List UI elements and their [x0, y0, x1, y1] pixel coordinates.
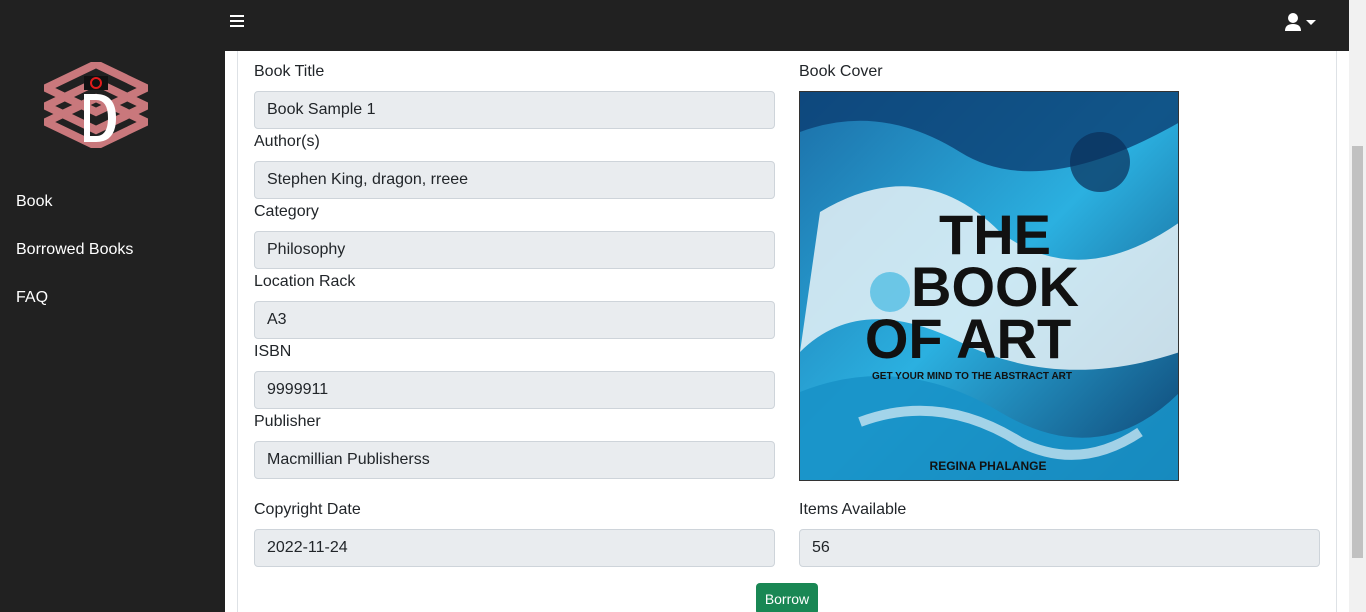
copyright-date-label: Copyright Date	[254, 501, 361, 518]
cover-author: REGINA PHALANGE	[930, 459, 1047, 473]
copyright-date-field[interactable]: 2022-11-24	[254, 529, 775, 567]
cover-title-line3: OF ART	[865, 307, 1071, 370]
publisher-field[interactable]: Macmillian Publisherss	[254, 441, 775, 479]
borrow-button[interactable]: Borrow	[756, 583, 818, 612]
authors-label: Author(s)	[254, 133, 320, 150]
location-rack-field[interactable]: A3	[254, 301, 775, 339]
sidebar-item-book[interactable]: Book	[16, 193, 52, 211]
sidebar-item-faq[interactable]: FAQ	[16, 289, 48, 307]
sidebar-item-borrowed-books[interactable]: Borrowed Books	[16, 241, 133, 259]
topbar	[225, 0, 1349, 51]
library-logo-icon[interactable]	[36, 59, 156, 151]
hamburger-icon[interactable]	[230, 15, 244, 29]
items-available-field[interactable]: 56	[799, 529, 1320, 567]
book-cover-label: Book Cover	[799, 63, 883, 80]
user-icon	[1285, 13, 1316, 31]
book-title-label: Book Title	[254, 63, 325, 80]
isbn-field[interactable]: 9999911	[254, 371, 775, 409]
user-menu-button[interactable]	[1285, 13, 1319, 35]
items-available-label: Items Available	[799, 501, 907, 518]
caret-down-icon	[1306, 20, 1316, 25]
location-rack-label: Location Rack	[254, 273, 356, 290]
authors-field[interactable]: Stephen King, dragon, rreee	[254, 161, 775, 199]
isbn-label: ISBN	[254, 343, 292, 360]
book-cover-image: THE BOOK OF ART GET YOUR MIND TO THE ABS…	[799, 91, 1179, 481]
page-scrollbar[interactable]	[1349, 0, 1366, 612]
book-title-field[interactable]: Book Sample 1	[254, 91, 775, 129]
category-field[interactable]: Philosophy	[254, 231, 775, 269]
publisher-label: Publisher	[254, 413, 321, 430]
category-label: Category	[254, 203, 319, 220]
sidebar: Book Borrowed Books FAQ	[0, 0, 225, 612]
cover-subtitle: GET YOUR MIND TO THE ABSTRACT ART	[872, 371, 1072, 382]
scrollbar-thumb[interactable]	[1352, 146, 1363, 558]
